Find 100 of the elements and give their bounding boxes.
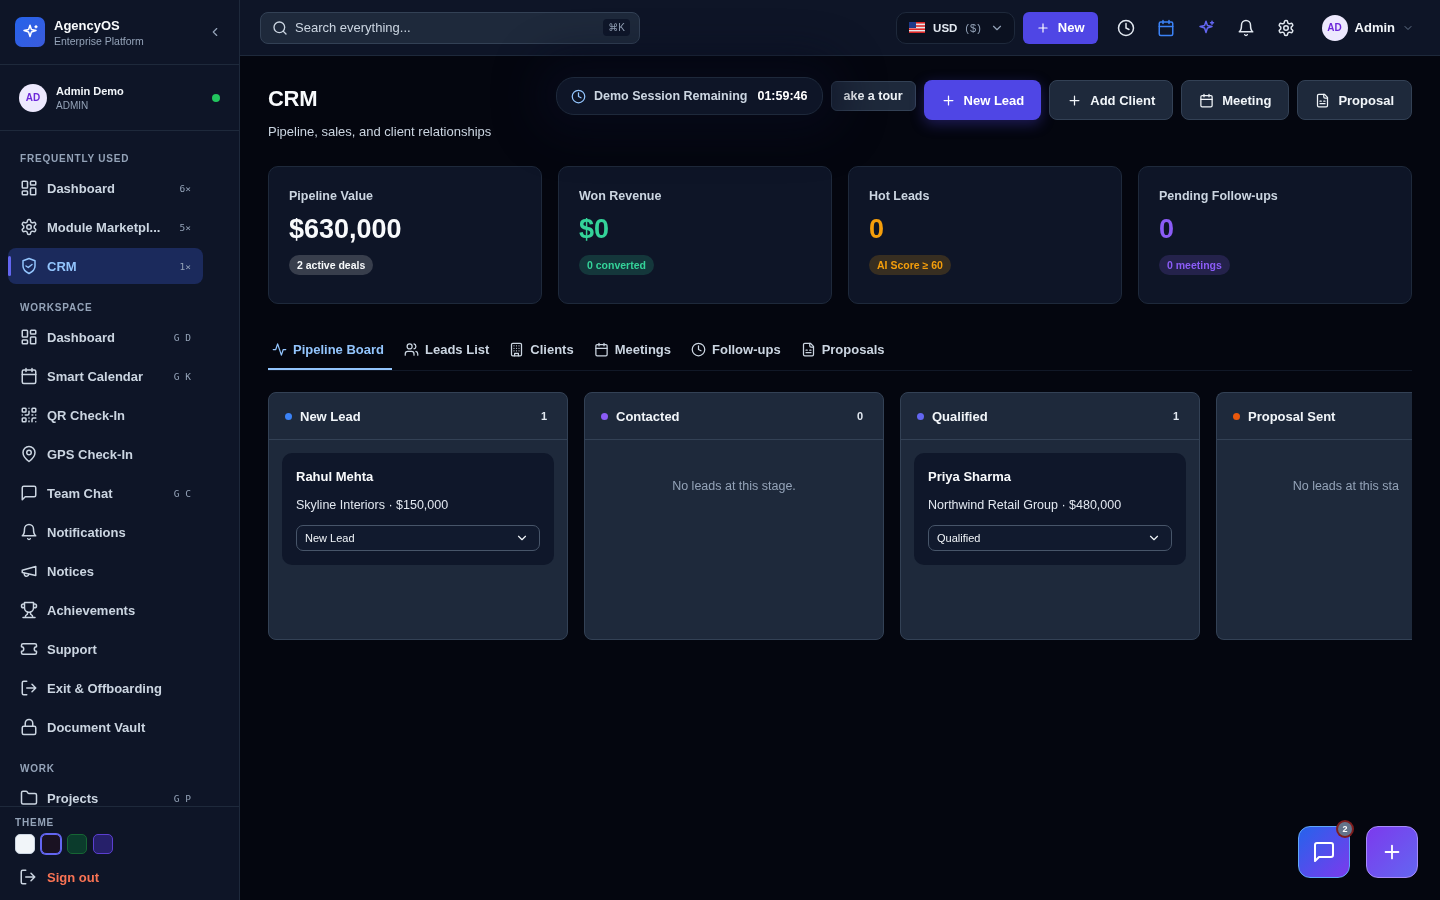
- shortcut-hint: G K: [173, 370, 191, 382]
- tab[interactable]: Pipeline Board: [268, 330, 393, 370]
- tab[interactable]: Leads List: [400, 330, 498, 370]
- nav-item[interactable]: Exit & Offboarding: [8, 670, 203, 706]
- action-button[interactable]: New Lead: [923, 80, 1042, 120]
- nav-item[interactable]: Projects G P: [8, 780, 203, 806]
- document-icon: [1315, 92, 1331, 108]
- nav-label: Exit & Offboarding: [47, 680, 163, 696]
- currency-selector[interactable]: USD ($): [896, 11, 1015, 44]
- timer-label: Demo Session Remaining: [593, 89, 748, 103]
- nav-label: QR Check-In: [47, 407, 126, 423]
- nav-label: Document Vault: [47, 719, 147, 735]
- stage-dropdown[interactable]: New Lead: [296, 525, 540, 551]
- lead-name: Rahul Mehta: [296, 469, 375, 484]
- tab[interactable]: Proposals: [796, 330, 893, 370]
- grid-icon: [20, 179, 38, 197]
- settings-icon: [1276, 18, 1295, 37]
- user-name: Admin: [1354, 20, 1395, 35]
- lead-detail: Skyline Interiors · $150,000: [296, 498, 450, 512]
- nav-item[interactable]: Dashboard 6×: [8, 170, 203, 206]
- page-title: CRM: [268, 86, 319, 112]
- nav-item[interactable]: Achievements: [8, 592, 203, 628]
- section-heading: WORKSPACE: [19, 302, 94, 313]
- action-button[interactable]: Add Client: [1049, 80, 1174, 120]
- nav-item[interactable]: Support: [8, 631, 203, 667]
- add-button[interactable]: [1366, 826, 1418, 878]
- shortcut-hint: G C: [173, 487, 191, 499]
- lock-icon: [20, 718, 38, 736]
- stat-value: 0: [1159, 214, 1175, 245]
- shortcut-hint: G D: [173, 331, 191, 343]
- user-name: Admin Demo: [56, 84, 125, 97]
- new-button[interactable]: New: [1022, 11, 1098, 44]
- document-icon: [800, 341, 816, 357]
- nav-label: Support: [47, 641, 98, 657]
- nav-label: GPS Check-In: [47, 446, 134, 462]
- clock-icon: [1116, 18, 1135, 37]
- stage-name: Qualified: [932, 408, 989, 424]
- tab[interactable]: Meetings: [589, 330, 679, 370]
- timer-value: 01:59:46: [757, 89, 808, 103]
- exit-icon: [20, 679, 38, 697]
- nav-item[interactable]: Smart Calendar G K: [8, 358, 203, 394]
- bell-icon: [1236, 18, 1255, 37]
- action-button[interactable]: Proposal: [1297, 80, 1412, 120]
- lead-detail: Northwind Retail Group · $480,000: [928, 498, 1123, 512]
- chat-bubble-icon: [1312, 840, 1336, 864]
- nav-label: Module Marketpl...: [47, 219, 162, 235]
- brand-subtitle: Enterprise Platform: [54, 34, 145, 47]
- nav-item[interactable]: Document Vault: [8, 709, 203, 745]
- stage-name: Contacted: [616, 408, 681, 424]
- nav-item[interactable]: CRM 1×: [8, 248, 203, 284]
- calendar-icon: [1199, 92, 1215, 108]
- lead-card[interactable]: Rahul Mehta Skyline Interiors · $150,000 New Lead: [282, 453, 554, 565]
- stat-badge: AI Score ≥ 60: [869, 255, 951, 275]
- shortcut-hint: 6×: [179, 182, 191, 194]
- nav-label: Smart Calendar: [47, 368, 145, 384]
- nav-item[interactable]: Notifications: [8, 514, 203, 550]
- tour-button[interactable]: ake a tour: [830, 81, 916, 111]
- action-button[interactable]: Meeting: [1181, 80, 1290, 120]
- stage-dropdown[interactable]: Qualified: [928, 525, 1172, 551]
- app-logo: [15, 17, 45, 47]
- currency-symbol: ($): [965, 21, 982, 34]
- tab[interactable]: Clients: [505, 330, 582, 370]
- brand-name: AgencyOS: [54, 17, 121, 33]
- theme-swatch[interactable]: [67, 834, 87, 854]
- flag-icon: [909, 22, 926, 33]
- nav-item[interactable]: Team Chat G C: [8, 475, 203, 511]
- nav-item[interactable]: Notices: [8, 553, 203, 589]
- stat-badge: 0 converted: [579, 255, 654, 275]
- stat-value: 0: [869, 214, 885, 245]
- grid-icon: [20, 328, 38, 346]
- nav-label: Achievements: [47, 602, 137, 618]
- nav-item[interactable]: QR Check-In: [8, 397, 203, 433]
- nav-item[interactable]: GPS Check-In: [8, 436, 203, 472]
- users-icon: [404, 341, 420, 357]
- ticket-icon: [20, 640, 38, 658]
- sign-out-button[interactable]: Sign out: [15, 868, 103, 886]
- chat-button[interactable]: [1298, 826, 1350, 878]
- chat-bubble-icon: [20, 484, 38, 502]
- section-heading: THEME: [15, 817, 55, 828]
- stage-count: 1: [1172, 410, 1179, 422]
- profile-menu[interactable]: AD Admin: [1315, 13, 1420, 42]
- theme-swatch[interactable]: [93, 834, 113, 854]
- tab[interactable]: Follow-ups: [687, 330, 789, 370]
- nav-item[interactable]: Module Marketpl... 5×: [8, 209, 203, 245]
- nav-label: Notices: [47, 563, 95, 579]
- nav-item[interactable]: Dashboard G D: [8, 319, 203, 355]
- lead-card[interactable]: Priya Sharma Northwind Retail Group · $480,000 Qualified: [914, 453, 1186, 565]
- stage-name: New Lead: [300, 408, 362, 424]
- user-avatar: AD: [1321, 14, 1348, 41]
- nav-label: Team Chat: [47, 485, 114, 501]
- notification-badge: 2: [1338, 822, 1352, 836]
- stage-count: 1: [540, 410, 547, 422]
- search-icon: [272, 19, 288, 36]
- nav-label: Dashboard: [47, 329, 116, 345]
- stat-badge: 0 meetings: [1159, 255, 1230, 275]
- stat-badge: 2 active deals: [289, 255, 374, 275]
- shortcut-hint: 5×: [179, 221, 191, 233]
- folder-icon: [20, 789, 38, 806]
- settings-icon: [20, 218, 38, 236]
- theme-swatch[interactable]: [41, 834, 61, 854]
